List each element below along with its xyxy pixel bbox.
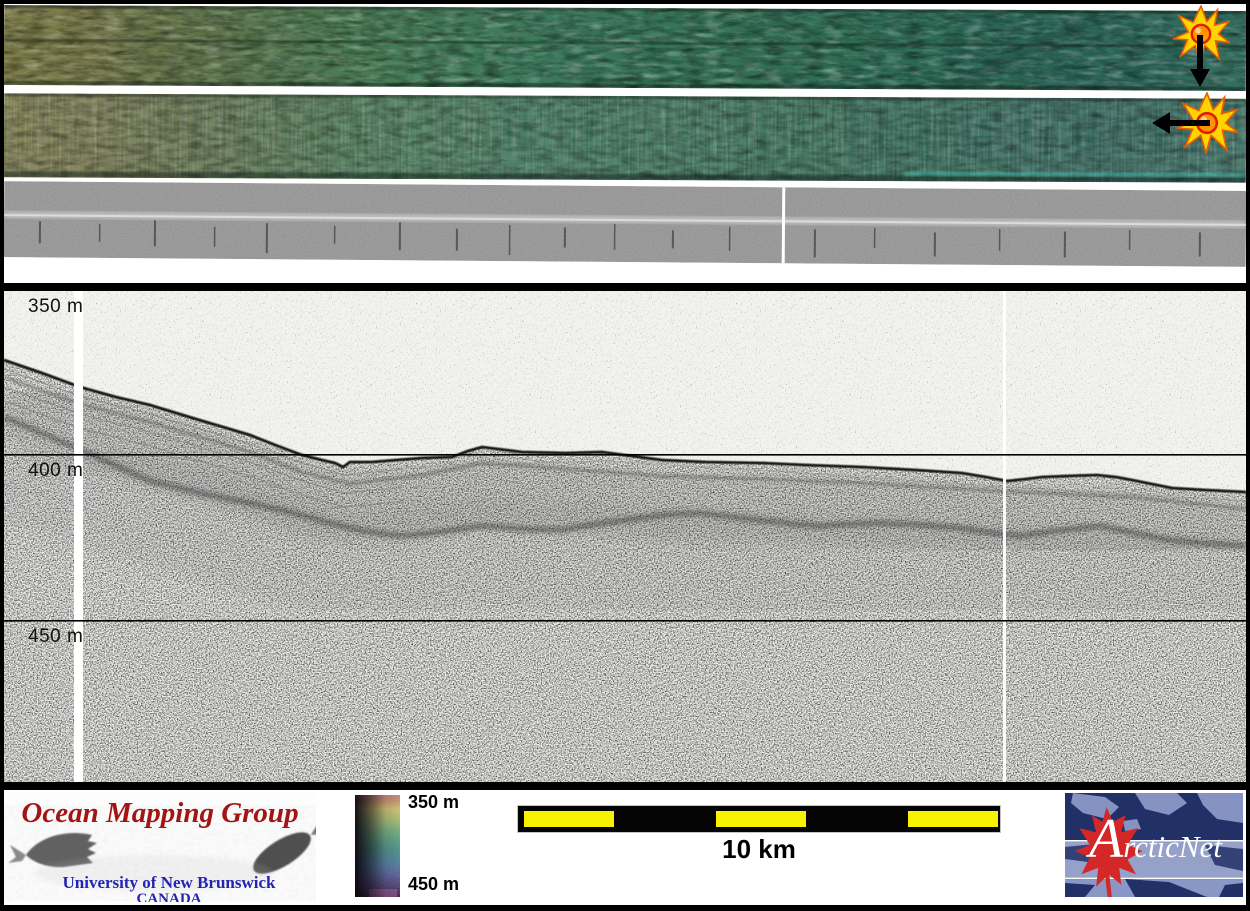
footer-strip: Ocean Mapping Group University of New Br…: [4, 790, 1246, 905]
arcticnet-rest: rcticNet: [1123, 829, 1222, 864]
omg-country: CANADA: [24, 891, 314, 902]
depth-label-350: 350 m: [28, 296, 83, 318]
scale-bar-segment: [908, 811, 998, 827]
vertical-gridline-right: [1003, 291, 1006, 782]
scale-bar-segment: [716, 811, 806, 827]
colorbar-label-top: 350 m: [408, 792, 459, 813]
seismic-section: [4, 291, 1246, 782]
gridline-400m: [4, 454, 1246, 456]
colorbar-shading: [355, 795, 400, 897]
depth-colorbar: [355, 795, 400, 897]
gridline-450m: [4, 620, 1246, 622]
scale-bar: [518, 806, 1000, 832]
arcticnet-logo: ArcticNet: [1065, 793, 1243, 897]
depth-label-450: 450 m: [28, 626, 83, 648]
depth-label-400: 400 m: [28, 460, 83, 482]
omg-university: University of New Brunswick: [24, 873, 314, 893]
down-arrow-icon: [1189, 35, 1211, 89]
arcticnet-wordmark: ArcticNet: [1089, 807, 1222, 871]
left-arrow-icon: [1150, 111, 1210, 135]
figure-canvas: 350 m 400 m 450 m: [0, 0, 1250, 911]
vertical-gridline-left: [74, 291, 83, 782]
omg-title: Ocean Mapping Group: [4, 797, 316, 830]
omg-logo: Ocean Mapping Group University of New Br…: [4, 793, 316, 902]
colorbar-label-bottom: 450 m: [408, 874, 459, 895]
scale-bar-label: 10 km: [518, 834, 1000, 865]
subbottom-profile-panel: 350 m 400 m 450 m: [4, 291, 1246, 782]
arcticnet-initial: A: [1089, 808, 1123, 870]
sidescan-strip: [4, 181, 1246, 267]
bathymetry-swath-shaded: [4, 5, 1246, 91]
swath-panel: [4, 4, 1246, 283]
bathymetry-swath-sunilluminated: [4, 93, 1246, 182]
scale-bar-segment: [524, 811, 614, 827]
